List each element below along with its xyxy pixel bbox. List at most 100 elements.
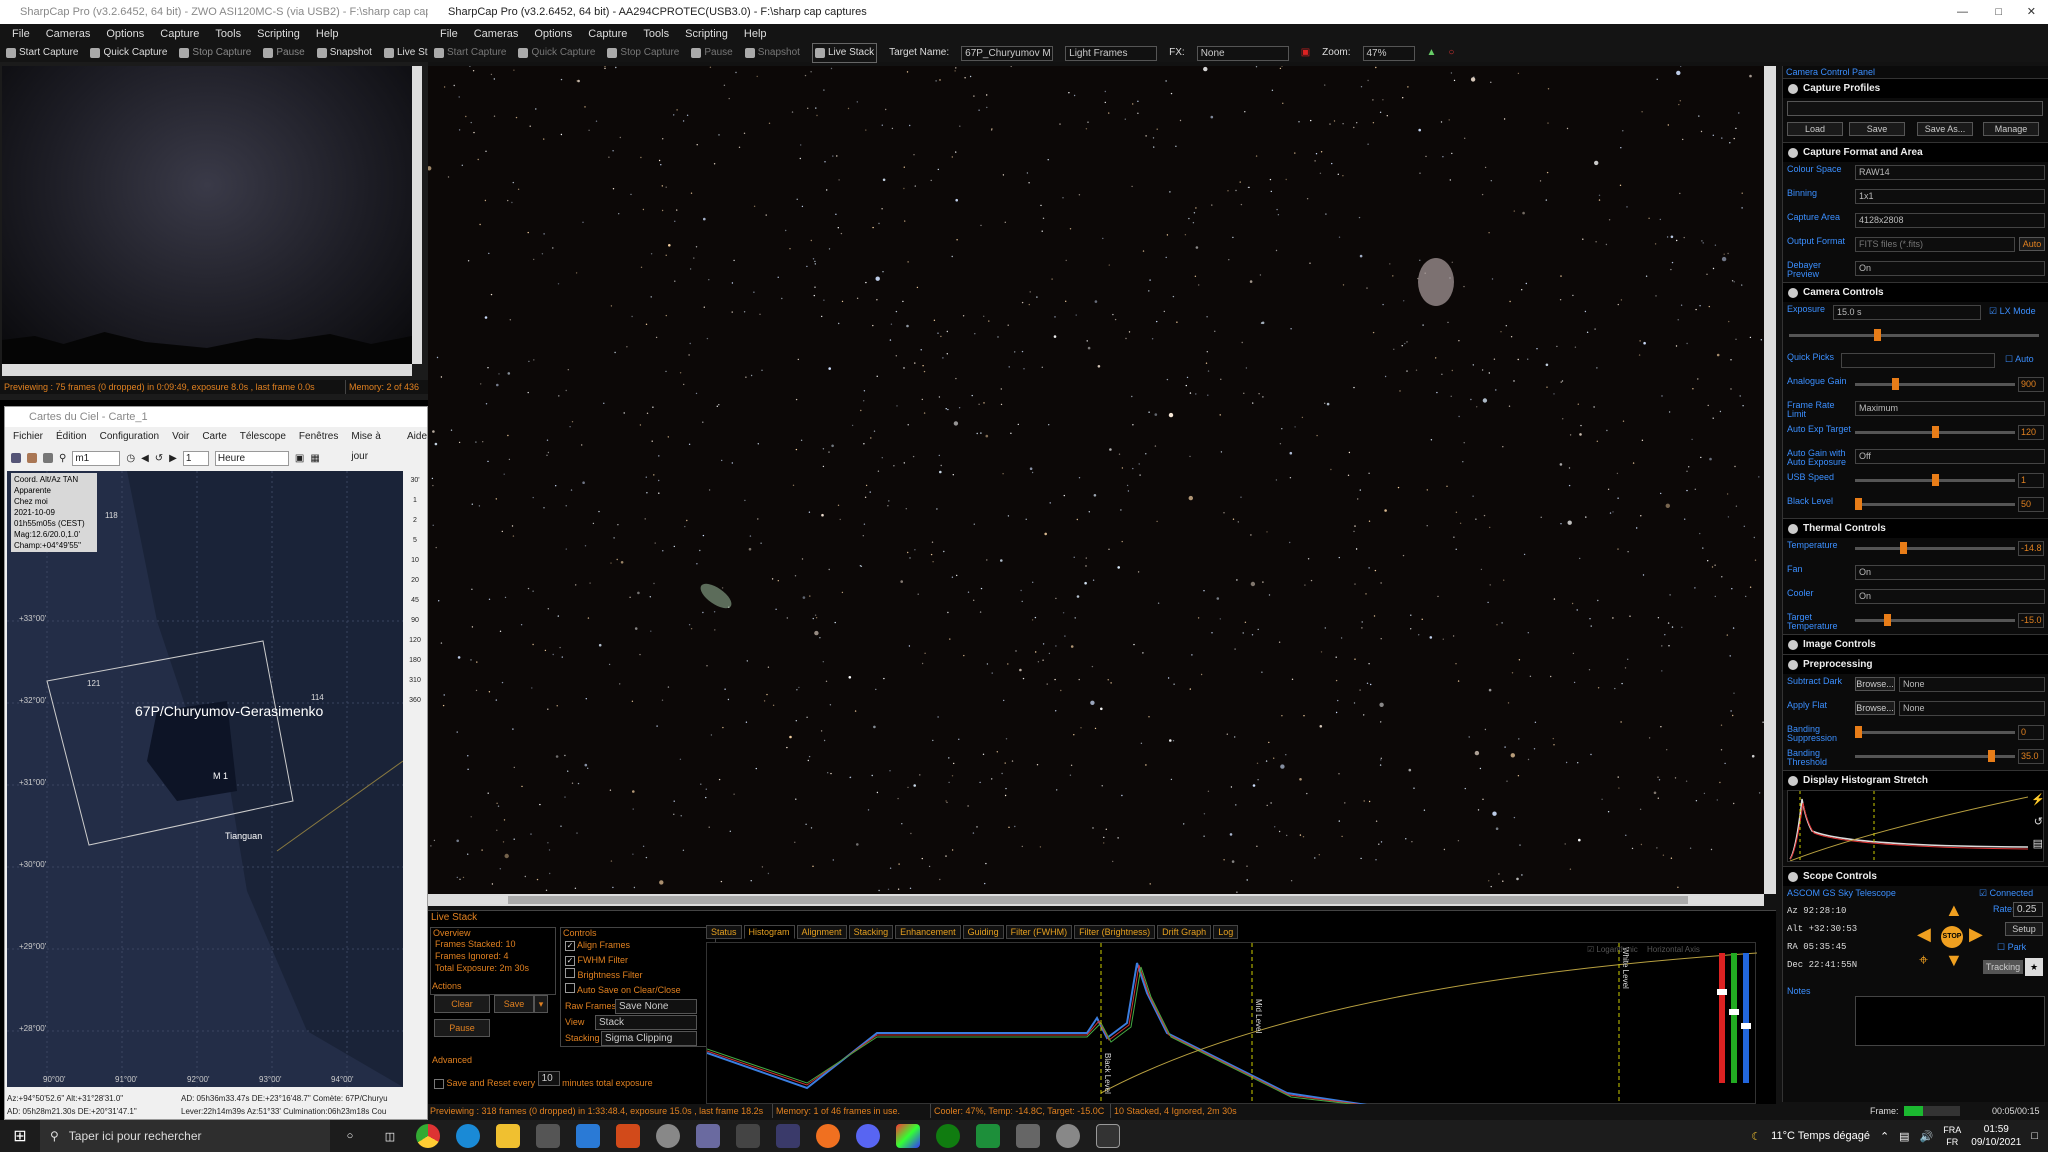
calculator-icon[interactable] <box>736 1124 760 1148</box>
thermal-controls-header[interactable]: Thermal Controls <box>1783 518 2048 538</box>
discord-icon[interactable] <box>856 1124 880 1148</box>
cdc-chart[interactable]: Coord. Alt/Az TAN Apparente Chez moi 2021-1… <box>7 471 403 1087</box>
ls-align-check[interactable]: ✓ Align Frames <box>561 938 715 953</box>
close-button[interactable]: ✕ <box>2027 0 2036 24</box>
maximize-button[interactable]: □ <box>1995 0 2002 24</box>
task-view-icon[interactable]: ◫ <box>370 1130 410 1143</box>
photos-icon[interactable] <box>896 1124 920 1148</box>
save-icon[interactable]: ▤ <box>2033 837 2043 850</box>
histogram-stretch-plot[interactable]: ⚡ ↺ ▤ <box>1787 790 2045 862</box>
tab-stacking[interactable]: Stacking <box>848 925 894 939</box>
tab-alignment[interactable]: Alignment <box>796 925 847 939</box>
fx-select[interactable]: None <box>1196 45 1289 61</box>
app-icon[interactable] <box>656 1124 680 1148</box>
office-icon[interactable] <box>616 1124 640 1148</box>
main-preview-image[interactable] <box>428 66 1764 894</box>
feather-icon[interactable] <box>696 1124 720 1148</box>
menu-tools[interactable]: Tools <box>215 24 241 44</box>
main-menu-capture[interactable]: Capture <box>588 24 627 44</box>
ccp-select[interactable]: Maximum <box>1855 401 2045 416</box>
fit-icon[interactable]: ▦ <box>310 453 319 464</box>
ls-raw-frames-select[interactable]: Save None <box>615 999 697 1014</box>
ls-save-reset-checkbox[interactable] <box>434 1078 444 1089</box>
cdc-menu-config[interactable]: Configuration <box>100 427 159 447</box>
image-controls-header[interactable]: Image Controls <box>1783 634 2048 654</box>
ls-pause-button[interactable]: Pause <box>434 1019 490 1037</box>
capture-area-select[interactable]: 4128x2808 <box>1855 213 2045 228</box>
folder-icon[interactable] <box>496 1124 520 1148</box>
store-icon[interactable] <box>536 1124 560 1148</box>
pen-icon[interactable] <box>1016 1124 1040 1148</box>
ccp-slider-value[interactable]: 50 <box>2018 497 2044 512</box>
park-checkbox[interactable]: ☐ Park <box>1997 942 2026 953</box>
left-hscroll[interactable] <box>2 364 412 376</box>
video-icon[interactable] <box>776 1124 800 1148</box>
quick-picks-auto-checkbox[interactable]: ☐ Auto <box>2005 354 2034 365</box>
ls-save-dropdown[interactable]: ▾ <box>534 995 548 1013</box>
notes-textarea[interactable] <box>1855 996 2045 1046</box>
banding-suppression-value[interactable]: 0 <box>2018 725 2044 740</box>
quick-capture-button[interactable]: Quick Capture <box>90 44 167 62</box>
target-name-input[interactable]: 67P_Churyumov M <box>961 45 1054 61</box>
tianguan-label[interactable]: Tianguan <box>225 831 262 841</box>
magnifier-icon[interactable]: ⚲ <box>59 453 66 464</box>
zoom-tool-icon[interactable]: ▣ <box>295 453 304 464</box>
colour-space-select[interactable]: RAW14 <box>1855 165 2045 180</box>
zoom-tool-icon[interactable]: ○ <box>1448 44 1454 62</box>
lx-mode-checkbox[interactable]: ☑ LX Mode <box>1989 306 2036 317</box>
reticle-icon[interactable]: ▣ <box>1301 44 1310 62</box>
list-icon[interactable] <box>43 453 53 463</box>
back-icon[interactable]: ◀ <box>141 453 149 464</box>
main-pause-button[interactable]: Pause <box>691 44 733 62</box>
cdc-menu-edition[interactable]: Édition <box>56 427 87 447</box>
slew-left-arrow-icon[interactable]: ◀ <box>1917 924 1931 945</box>
snapshot-button[interactable]: Snapshot <box>316 44 372 62</box>
ccp-slider-value[interactable]: -15.0 <box>2018 613 2044 628</box>
minimize-button[interactable]: — <box>1957 0 1968 24</box>
cdc-menu-carte[interactable]: Carte <box>202 427 226 447</box>
ls-brightness-check[interactable]: Brightness Filter <box>561 968 715 983</box>
main-menu-tools[interactable]: Tools <box>643 24 669 44</box>
crosshair-icon[interactable]: ⌖ <box>1919 952 1928 970</box>
zoom-select[interactable]: 47% <box>1362 45 1415 61</box>
debayer-select[interactable]: On <box>1855 261 2045 276</box>
cdc-menu-fenetres[interactable]: Fenêtres <box>299 427 338 447</box>
cdc-unit-select[interactable]: Heure <box>214 450 289 466</box>
capture-profiles-header[interactable]: Capture Profiles <box>1783 78 2048 98</box>
tracking-button[interactable]: Tracking <box>1983 960 2023 974</box>
main-snapshot-button[interactable]: Snapshot <box>744 44 800 62</box>
main-menu-scripting[interactable]: Scripting <box>685 24 728 44</box>
sharpcap-icon[interactable] <box>1096 1124 1120 1148</box>
profile-select[interactable] <box>1787 101 2043 116</box>
tab-histogram[interactable]: Histogram <box>743 925 795 939</box>
ls-autosave-check[interactable]: Auto Save on Clear/Close <box>561 983 715 998</box>
ls-fwhm-check[interactable]: ✓ FWHM Filter <box>561 953 715 968</box>
main-menu-options[interactable]: Options <box>534 24 572 44</box>
tray-chevron-icon[interactable]: ⌃ <box>1880 1130 1889 1143</box>
cdc-scale-bar[interactable]: 30' 1 2 5 10 20 45 90 120 180 310 360 <box>405 471 425 1087</box>
left-vscroll[interactable] <box>412 66 422 364</box>
exposure-slider[interactable] <box>1789 329 2039 341</box>
notification-icon[interactable]: □ <box>2031 1130 2038 1142</box>
cdc-step-input[interactable]: 1 <box>182 450 209 466</box>
tab-drift-graph[interactable]: Drift Graph <box>1157 925 1212 939</box>
main-quick-capture-button[interactable]: Quick Capture <box>518 44 595 62</box>
calendar-icon[interactable] <box>11 453 21 463</box>
cdc-menu-telescope[interactable]: Télescope <box>240 427 286 447</box>
tab-guiding[interactable]: Guiding <box>962 925 1004 939</box>
xbox-icon[interactable] <box>936 1124 960 1148</box>
volume-icon[interactable]: 🔊 <box>1920 1130 1934 1143</box>
slew-up-arrow-icon[interactable]: ▲ <box>1945 900 1963 921</box>
ls-save-reset-minutes[interactable]: 10 <box>537 1071 560 1086</box>
menu-help[interactable]: Help <box>316 24 339 44</box>
profile-save-as-button[interactable]: Save As... <box>1917 122 1973 136</box>
tab-log[interactable]: Log <box>1213 925 1239 939</box>
ccp-select[interactable]: On <box>1855 589 2045 604</box>
ccp-slider-value[interactable]: 1 <box>2018 473 2044 488</box>
clock[interactable]: 01:59 09/10/2021 <box>1971 1123 2021 1149</box>
cortana-icon[interactable]: ○ <box>330 1130 370 1142</box>
menu-cameras[interactable]: Cameras <box>46 24 91 44</box>
scope-controls-header[interactable]: Scope Controls <box>1783 866 2048 886</box>
preprocessing-header[interactable]: Preprocessing <box>1783 654 2048 674</box>
tab-filter-brightness[interactable]: Filter (Brightness) <box>1074 925 1156 939</box>
